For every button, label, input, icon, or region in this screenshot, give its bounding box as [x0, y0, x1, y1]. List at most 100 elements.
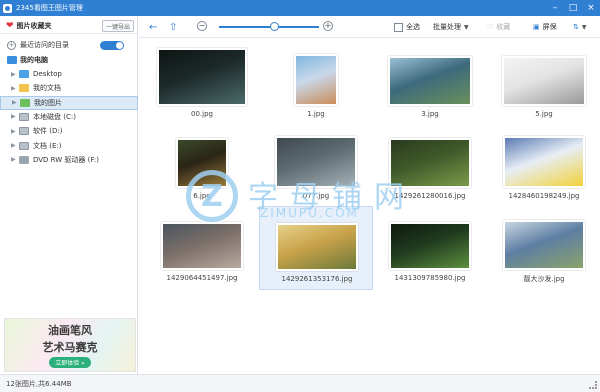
thumbnail-item[interactable]: 1429064451497.jpg: [145, 206, 259, 290]
computer-icon: [7, 56, 17, 64]
favorites-header[interactable]: ❤ 图片收藏夹 一键导出: [0, 18, 138, 34]
select-all-checkbox[interactable]: 全选: [394, 20, 420, 34]
app-logo-icon: [3, 3, 12, 13]
window-title: 2345看图王图片管理: [16, 4, 83, 12]
thumbnail-image[interactable]: [389, 222, 471, 270]
thumbnail-item[interactable]: 1.jpg: [259, 42, 373, 126]
sort-icon: ⇅: [573, 23, 579, 31]
sidebar-tree-item[interactable]: ▶ DVD RW 驱动器 (F:): [0, 153, 138, 167]
expand-arrow-icon[interactable]: ▶: [11, 142, 17, 149]
status-bar: 12张图片,共6.44MB: [0, 374, 600, 392]
zoom-slider-track[interactable]: [219, 26, 319, 28]
dvd-icon: [19, 155, 29, 164]
favorite-label: 收藏: [496, 23, 511, 31]
thumbnail-filename: 1.jpg: [307, 110, 325, 118]
thumbnail-item[interactable]: 靓大沙发.jpg: [487, 206, 600, 290]
ad-try-button[interactable]: 立即体验 »: [49, 357, 91, 368]
heart-icon: ❤: [6, 20, 14, 31]
sidebar-tree-item[interactable]: ▶ 本地磁盘 (C:): [0, 110, 138, 124]
thumbnail-filename: 1428460198249.jpg: [508, 192, 580, 200]
maximize-icon[interactable]: □: [564, 0, 582, 16]
disk-icon: [19, 112, 29, 121]
thumbnail-image[interactable]: [276, 223, 358, 271]
back-arrow-icon[interactable]: ←: [149, 20, 157, 34]
thumbnail-image[interactable]: [176, 138, 228, 188]
ad-subheadline: 艺术马赛克: [42, 341, 98, 354]
title-bar: 2345看图王图片管理 – □ ×: [0, 0, 600, 16]
thumbnail-filename: 077.jpg: [302, 192, 330, 200]
thumbnail-image[interactable]: [503, 136, 585, 188]
sidebar-tree-item[interactable]: ▶ Desktop: [0, 67, 138, 81]
thumbnail-item[interactable]: 00.jpg: [145, 42, 259, 126]
thumbnail-image[interactable]: [161, 222, 243, 270]
my-computer-label: 我的电脑: [20, 56, 48, 64]
thumbnail-item[interactable]: 5.jpg: [487, 42, 600, 126]
thumbnail-image[interactable]: [389, 138, 471, 188]
thumbnail-image[interactable]: [275, 136, 357, 188]
sidebar-tree-item[interactable]: ▶ 我的文档: [0, 81, 138, 95]
sidebar-tree-item[interactable]: ▶ 我的图片: [0, 95, 138, 110]
thumbnail-image[interactable]: [157, 48, 247, 106]
zoom-slider-thumb[interactable]: [270, 22, 279, 31]
expand-arrow-icon[interactable]: ▶: [11, 113, 17, 120]
thumbnail-item[interactable]: 3.jpg: [373, 42, 487, 126]
folder-up-icon[interactable]: ⇧: [169, 20, 177, 34]
chevron-down-icon: ▼: [581, 23, 587, 31]
favorite-button[interactable]: ♡ 收藏: [487, 20, 510, 34]
ad-banner[interactable]: 油画笔风 艺术马赛克 立即体验 »: [4, 318, 136, 372]
recent-dirs-toggle[interactable]: [100, 41, 124, 50]
thumbnail-image[interactable]: [503, 220, 585, 270]
zoom-in-icon[interactable]: +: [323, 21, 333, 31]
expand-arrow-icon[interactable]: ▶: [11, 71, 17, 78]
thumbnail-item[interactable]: 1429261280016.jpg: [373, 124, 487, 208]
thumbnail-filename: 3.jpg: [421, 110, 439, 118]
thumbnail-filename: 6.jpg: [193, 192, 211, 200]
tree-item-label: Desktop: [33, 70, 62, 78]
screensaver-button[interactable]: ▣ 屏保: [533, 20, 557, 34]
tree-item-label: 本地磁盘 (C:): [33, 112, 76, 121]
expand-arrow-icon[interactable]: ▶: [11, 156, 17, 163]
thumbnail-filename: 1429064451497.jpg: [166, 274, 238, 282]
expand-arrow-icon[interactable]: ▶: [12, 99, 18, 106]
minimize-icon[interactable]: –: [546, 0, 564, 16]
thumbnail-item[interactable]: 1428460198249.jpg: [487, 124, 600, 208]
thumbnail-grid: 00.jpg 1.jpg 3.jpg 5.jpg 6.jpg 077.jpg 1429261…: [139, 38, 600, 374]
close-icon[interactable]: ×: [582, 0, 600, 16]
monitor-icon: ▣: [533, 23, 540, 31]
export-button[interactable]: 一键导出: [102, 20, 134, 32]
thumbnail-image[interactable]: [502, 56, 586, 106]
select-all-label: 全选: [406, 23, 420, 31]
resize-grip-icon[interactable]: [589, 381, 597, 389]
recent-dirs-row[interactable]: + 最近访问的目录: [0, 38, 138, 52]
status-text: 12张图片,共6.44MB: [6, 379, 72, 388]
thumbnail-image[interactable]: [294, 54, 338, 106]
recent-dirs-label: 最近访问的目录: [20, 41, 69, 49]
thumbnail-filename: 00.jpg: [191, 110, 213, 118]
tree-item-label: 我的图片: [34, 98, 62, 107]
expand-arrow-icon[interactable]: ▶: [11, 128, 17, 135]
ad-headline: 油画笔风: [48, 324, 92, 337]
expand-arrow-icon[interactable]: ▶: [11, 85, 17, 92]
sidebar-tree-item[interactable]: ▶ 软件 (D:): [0, 124, 138, 138]
sidebar-tree-item[interactable]: ▶ 文档 (E:): [0, 139, 138, 153]
thumbnail-image[interactable]: [388, 56, 472, 106]
thumbnail-filename: 1429261280016.jpg: [394, 192, 466, 200]
sort-dropdown[interactable]: ⇅ ▼: [573, 20, 587, 34]
thumbnail-item[interactable]: 6.jpg: [145, 124, 259, 208]
batch-process-dropdown[interactable]: 批量处理 ▼: [433, 20, 469, 34]
favorites-label: 图片收藏夹: [16, 21, 52, 30]
thumbnail-item[interactable]: 1429261353176.jpg: [259, 206, 373, 290]
thumbnail-item[interactable]: 077.jpg: [259, 124, 373, 208]
chevron-down-icon: ▼: [464, 23, 469, 31]
tree-item-label: 我的文档: [33, 84, 61, 93]
checkbox-box: [394, 22, 403, 32]
sidebar: ❤ 图片收藏夹 一键导出 + 最近访问的目录 我的电脑 ▶ Desktop ▶ 我的文…: [0, 16, 138, 374]
zoom-out-icon[interactable]: −: [197, 21, 207, 31]
my-computer-row[interactable]: 我的电脑: [0, 53, 138, 67]
screensaver-label: 屏保: [542, 23, 557, 31]
disk-icon: [19, 141, 29, 150]
tree-item-label: DVD RW 驱动器 (F:): [33, 155, 99, 164]
thumbnail-item[interactable]: 1431309785980.jpg: [373, 206, 487, 290]
window-controls: – □ ×: [546, 0, 600, 16]
heart-outline-icon: ♡: [487, 23, 494, 31]
